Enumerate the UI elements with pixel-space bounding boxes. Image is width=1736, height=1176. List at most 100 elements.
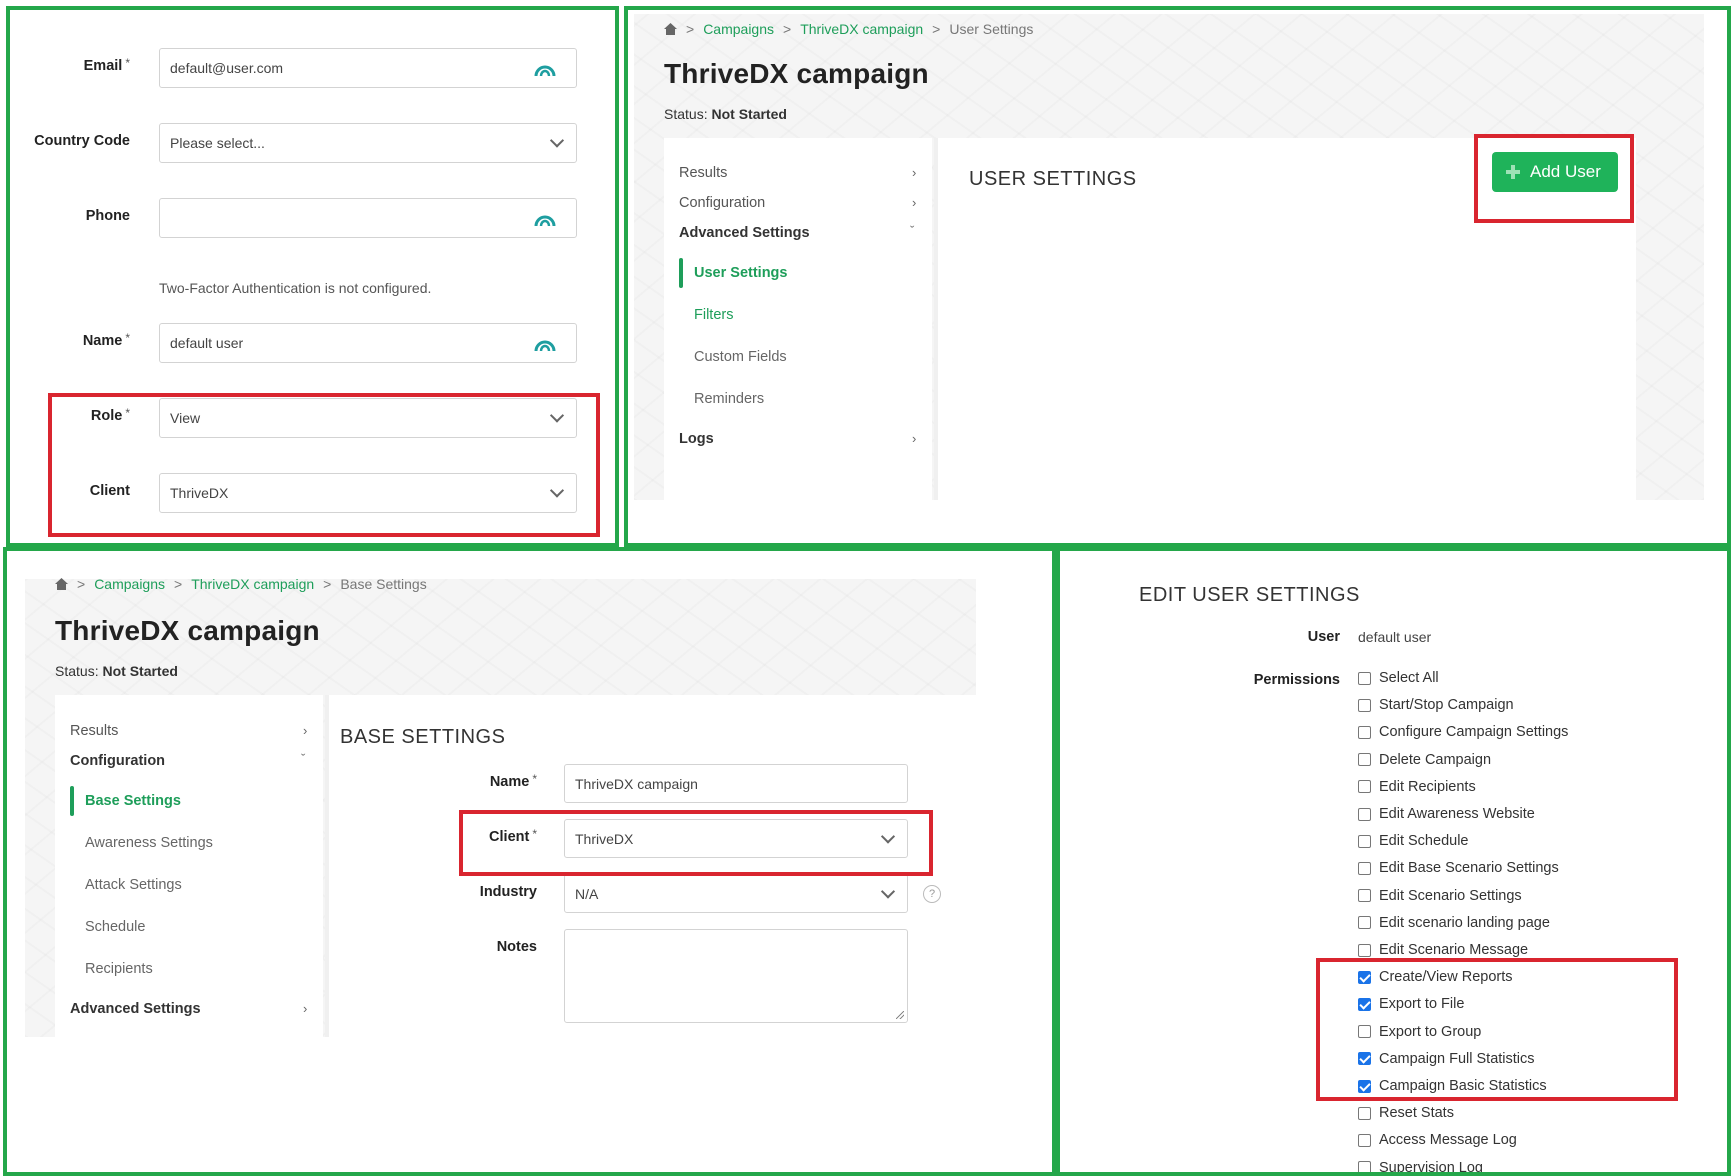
industry-select[interactable]: N/A: [564, 874, 908, 913]
permission-checkbox[interactable]: [1358, 1133, 1371, 1147]
breadcrumb-campaigns[interactable]: Campaigns: [703, 21, 774, 37]
nav-attack-settings[interactable]: Attack Settings: [85, 877, 182, 893]
breadcrumb: > Campaigns > ThriveDX campaign > User S…: [664, 21, 1033, 37]
permission-checkbox[interactable]: [1358, 1161, 1371, 1172]
permission-checkbox[interactable]: [1358, 671, 1371, 685]
permission-item[interactable]: Create/View Reports: [1358, 969, 1513, 985]
nav-custom-fields[interactable]: Custom Fields: [694, 349, 787, 365]
field-assist-icon[interactable]: [534, 209, 556, 227]
permission-label: Campaign Basic Statistics: [1379, 1078, 1547, 1094]
nav-results[interactable]: Results: [679, 165, 727, 181]
breadcrumb-campaign[interactable]: ThriveDX campaign: [191, 576, 314, 592]
permission-item[interactable]: Access Message Log: [1358, 1132, 1517, 1148]
resize-handle[interactable]: [896, 1011, 904, 1019]
nav-filters[interactable]: Filters: [694, 307, 733, 323]
nav-reminders[interactable]: Reminders: [694, 391, 764, 407]
active-indicator: [70, 786, 74, 816]
permission-item[interactable]: Edit Scenario Message: [1358, 942, 1528, 958]
permission-item[interactable]: Edit Base Scenario Settings: [1358, 860, 1559, 876]
permission-label: Export to File: [1379, 996, 1465, 1013]
country-code-select[interactable]: Please select...: [159, 123, 577, 163]
permission-checkbox[interactable]: [1358, 1052, 1371, 1066]
permission-checkbox[interactable]: [1358, 1025, 1371, 1039]
nav-schedule[interactable]: Schedule: [85, 919, 145, 935]
name-field[interactable]: default user: [159, 323, 577, 363]
nav-base-settings[interactable]: Base Settings: [85, 793, 181, 809]
permission-item[interactable]: Supervision Log: [1358, 1160, 1483, 1172]
field-assist-icon[interactable]: [534, 334, 556, 352]
permission-item[interactable]: Start/Stop Campaign: [1358, 697, 1514, 713]
permission-checkbox[interactable]: [1358, 807, 1371, 821]
chevron-down-icon: ˇ: [301, 751, 306, 766]
nav-configuration[interactable]: Configuration: [70, 753, 165, 769]
nav-advanced-settings[interactable]: Advanced Settings: [70, 1001, 201, 1017]
question-circle-icon[interactable]: ?: [923, 885, 941, 903]
phone-field[interactable]: [159, 198, 577, 238]
breadcrumb-campaign[interactable]: ThriveDX campaign: [800, 21, 923, 37]
permission-item[interactable]: Campaign Basic Statistics: [1358, 1078, 1547, 1094]
permission-checkbox[interactable]: [1358, 861, 1371, 875]
nav-configuration[interactable]: Configuration: [679, 195, 765, 211]
chevron-down-icon: [549, 483, 565, 498]
chevron-right-icon: ›: [912, 431, 917, 446]
permission-item[interactable]: Export to Group: [1358, 1024, 1481, 1040]
permission-item[interactable]: Configure Campaign Settings: [1358, 724, 1568, 740]
permission-item[interactable]: Edit Awareness Website: [1358, 806, 1535, 822]
client-label: Client *: [489, 827, 537, 845]
notes-textarea[interactable]: [564, 929, 908, 1023]
settings-nav: Results › Configuration › Advanced Setti…: [664, 138, 932, 500]
permission-checkbox[interactable]: [1358, 834, 1371, 848]
permission-item[interactable]: Export to File: [1358, 996, 1464, 1012]
breadcrumb: > Campaigns > ThriveDX campaign > Base S…: [55, 576, 427, 592]
two-factor-note: Two-Factor Authentication is not configu…: [159, 280, 432, 296]
page-title: ThriveDX campaign: [664, 58, 929, 89]
permissions-label: Permissions: [1253, 672, 1340, 688]
permission-item[interactable]: Edit Recipients: [1358, 779, 1476, 795]
permission-item[interactable]: Edit Scenario Settings: [1358, 888, 1522, 904]
chevron-right-icon: ›: [303, 1001, 308, 1016]
home-icon[interactable]: [55, 578, 68, 590]
role-select[interactable]: View: [159, 398, 577, 438]
client-label: Client: [89, 483, 130, 499]
campaign-status: Status: Not Started: [55, 663, 178, 679]
permission-checkbox[interactable]: [1358, 997, 1371, 1011]
breadcrumb-current: Base Settings: [340, 576, 427, 592]
permission-item[interactable]: Select All: [1358, 670, 1439, 686]
permission-checkbox[interactable]: [1358, 1079, 1371, 1093]
permission-checkbox[interactable]: [1358, 943, 1371, 957]
field-assist-icon[interactable]: [534, 59, 556, 77]
nav-results[interactable]: Results: [70, 723, 118, 739]
client-select[interactable]: ThriveDX: [564, 819, 908, 858]
edit-user-settings-panel: EDIT USER SETTINGS User default user Per…: [1056, 547, 1731, 1176]
permission-checkbox[interactable]: [1358, 698, 1371, 712]
nav-awareness-settings[interactable]: Awareness Settings: [85, 835, 213, 851]
breadcrumb-campaigns[interactable]: Campaigns: [94, 576, 165, 592]
permission-checkbox[interactable]: [1358, 753, 1371, 767]
user-settings-panel: > Campaigns > ThriveDX campaign > User S…: [624, 6, 1731, 547]
nav-advanced-settings[interactable]: Advanced Settings: [679, 225, 810, 241]
permission-checkbox[interactable]: [1358, 916, 1371, 930]
email-field[interactable]: default@user.com: [159, 48, 577, 88]
permission-item[interactable]: Edit scenario landing page: [1358, 915, 1550, 931]
nav-logs[interactable]: Logs: [679, 431, 714, 447]
permission-item[interactable]: Campaign Full Statistics: [1358, 1051, 1535, 1067]
permission-item[interactable]: Edit Schedule: [1358, 833, 1468, 849]
permission-checkbox[interactable]: [1358, 725, 1371, 739]
permission-label: Reset Stats: [1379, 1105, 1454, 1122]
add-user-button[interactable]: Add User: [1492, 152, 1618, 192]
client-select[interactable]: ThriveDX: [159, 473, 577, 513]
campaign-name-field[interactable]: ThriveDX campaign: [564, 764, 908, 803]
nav-user-settings[interactable]: User Settings: [694, 265, 787, 281]
permission-checkbox[interactable]: [1358, 780, 1371, 794]
chevron-down-icon: ˇ: [910, 223, 915, 238]
permission-checkbox[interactable]: [1358, 889, 1371, 903]
permission-checkbox[interactable]: [1358, 970, 1371, 984]
home-icon[interactable]: [664, 23, 677, 35]
permission-label: Create/View Reports: [1379, 969, 1513, 986]
section-title: USER SETTINGS: [969, 168, 1137, 190]
permission-checkbox[interactable]: [1358, 1106, 1371, 1120]
permission-item[interactable]: Reset Stats: [1358, 1105, 1454, 1121]
permission-item[interactable]: Delete Campaign: [1358, 752, 1491, 768]
permission-label: Configure Campaign Settings: [1379, 724, 1569, 741]
nav-recipients[interactable]: Recipients: [85, 961, 153, 977]
